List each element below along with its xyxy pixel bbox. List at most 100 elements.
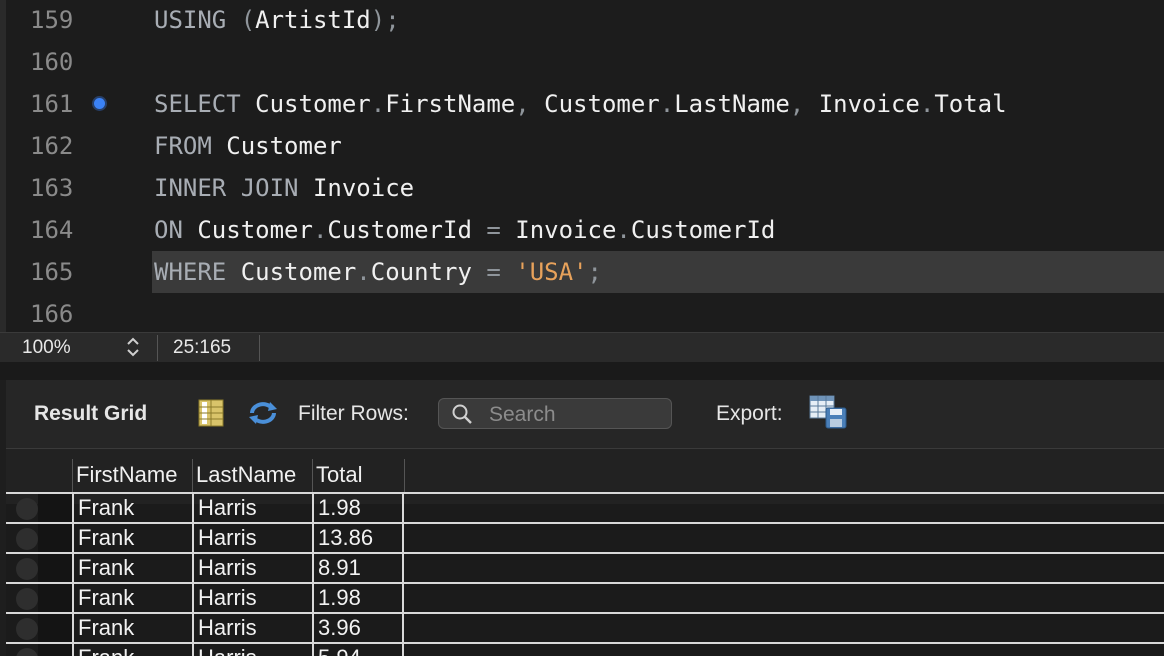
row-selector[interactable] (38, 584, 72, 612)
sql-token: ; (587, 258, 602, 286)
code-line[interactable]: 163 INNER JOIN Invoice (0, 167, 1164, 209)
sql-token: , (515, 90, 545, 118)
sql-keyword: ON (154, 216, 198, 244)
column-header-lastname[interactable]: LastName (192, 459, 312, 491)
sql-token: Customer (255, 90, 371, 118)
row-selector[interactable] (38, 494, 72, 522)
sql-token: , (789, 90, 819, 118)
cell-total[interactable]: 1.98 (312, 584, 404, 612)
code-text: WHERE Customer.Country = 'USA'; (154, 251, 602, 293)
sql-token: FirstName (385, 90, 516, 118)
search-icon (451, 403, 473, 425)
sql-editor[interactable]: 159 USING (ArtistId); 160 161 SELECT Custome… (0, 0, 1164, 332)
line-number: 160 (30, 48, 74, 76)
sql-token: . (312, 216, 328, 244)
sql-keyword: SELECT (154, 90, 256, 118)
cell-firstname[interactable]: Frank (72, 494, 192, 522)
code-line[interactable]: 161 SELECT Customer.FirstName, Customer.L… (0, 83, 1164, 125)
line-number: 165 (30, 258, 74, 286)
row-indicator (16, 588, 38, 610)
cell-lastname[interactable]: Harris (192, 644, 312, 656)
status-divider (157, 335, 158, 361)
sql-keyword: INNER JOIN (154, 174, 313, 202)
column-divider[interactable] (404, 459, 405, 493)
row-selector[interactable] (38, 644, 72, 656)
cell-lastname[interactable]: Harris (192, 524, 312, 552)
cell-total[interactable]: 1.98 (312, 494, 404, 522)
result-toolbar: Result Grid Filter Rows: Export: (6, 380, 1164, 449)
code-text: INNER JOIN Invoice (154, 167, 414, 209)
sql-token: ( (240, 6, 256, 34)
row-indicator (16, 618, 38, 640)
code-line[interactable]: 166 (0, 293, 1164, 332)
cell-lastname[interactable]: Harris (192, 584, 312, 612)
column-header-firstname[interactable]: FirstName (72, 459, 192, 491)
cell-lastname[interactable]: Harris (192, 614, 312, 642)
result-grid-title: Result Grid (34, 402, 148, 425)
cell-lastname[interactable]: Harris (192, 554, 312, 582)
line-number: 164 (30, 216, 74, 244)
row-selector[interactable] (38, 524, 72, 552)
row-indicator (16, 528, 38, 550)
cell-firstname[interactable]: Frank (72, 584, 192, 612)
code-text: SELECT Customer.FirstName, Customer.Last… (154, 83, 1007, 125)
sql-token: LastName (674, 90, 790, 118)
table-row[interactable]: FrankHarris5.94 (6, 642, 1164, 656)
row-indicator (16, 558, 38, 580)
row-selector[interactable] (38, 614, 72, 642)
sql-token: Customer (544, 90, 660, 118)
cell-total[interactable]: 8.91 (312, 554, 404, 582)
sql-string: 'USA' (515, 258, 588, 286)
sql-token: . (370, 90, 386, 118)
table-row[interactable]: Frank Harris 8.91 (6, 552, 1164, 582)
result-grid[interactable]: FirstName LastName Total Frank Harris 1.98… (6, 449, 1164, 656)
code-line[interactable]: 162 FROM Customer (0, 125, 1164, 167)
table-row[interactable]: Frank Harris 3.96 (6, 612, 1164, 642)
table-row[interactable]: Frank Harris 1.98 (6, 492, 1164, 522)
code-text: USING (ArtistId); (154, 0, 400, 41)
line-number: 163 (30, 174, 74, 202)
sql-token: . (919, 90, 935, 118)
code-line[interactable]: 160 (0, 41, 1164, 83)
zoom-stepper-icon[interactable] (124, 336, 142, 363)
sql-token: ); (370, 6, 400, 34)
panel-splitter[interactable] (0, 362, 1164, 380)
table-row[interactable]: Frank Harris 13.86 (6, 522, 1164, 552)
sql-token: Customer (240, 258, 357, 286)
cell-firstname[interactable]: Frank (72, 524, 192, 552)
code-line[interactable]: 164 ON Customer.CustomerId = Invoice.Cust… (0, 209, 1164, 251)
editor-status-bar: 100% 25:165 (0, 332, 1164, 363)
export-file-icon[interactable] (808, 394, 848, 430)
cell-lastname[interactable]: Harris (192, 494, 312, 522)
cell-total[interactable]: 5.94 (312, 644, 404, 656)
table-row[interactable]: Frank Harris 1.98 (6, 582, 1164, 612)
code-line[interactable]: 165 WHERE Customer.Country = 'USA'; (0, 251, 1164, 293)
filter-rows-label: Filter Rows: (298, 402, 409, 425)
sql-keyword: FROM (154, 132, 227, 160)
code-line[interactable]: 159 USING (ArtistId); (0, 0, 1164, 41)
cell-total[interactable]: 3.96 (312, 614, 404, 642)
grid-layout-icon[interactable] (198, 399, 224, 427)
code-text: ON Customer.CustomerId = Invoice.Custome… (154, 209, 775, 251)
refresh-icon[interactable] (246, 399, 280, 427)
export-label: Export: (716, 402, 783, 425)
filter-search-input[interactable] (487, 401, 671, 429)
sql-token: Invoice (818, 90, 920, 118)
cell-total[interactable]: 13.86 (312, 524, 404, 552)
sql-token: CustomerId (630, 216, 776, 244)
cursor-position: 25:165 (173, 337, 232, 358)
row-selector[interactable] (38, 554, 72, 582)
status-divider (259, 335, 260, 361)
sql-keyword: WHERE (154, 258, 241, 286)
sql-token: . (356, 258, 371, 286)
sql-token: Invoice (312, 174, 415, 202)
sql-token: Invoice (515, 216, 617, 244)
filter-search-box[interactable] (438, 398, 672, 429)
cell-firstname[interactable]: Frank (72, 554, 192, 582)
zoom-level[interactable]: 100% (22, 337, 71, 359)
row-indicator (16, 648, 38, 656)
column-header-total[interactable]: Total (312, 459, 404, 491)
cell-firstname[interactable]: Frank (72, 644, 192, 656)
cell-firstname[interactable]: Frank (72, 614, 192, 642)
sql-token: = (486, 216, 516, 244)
